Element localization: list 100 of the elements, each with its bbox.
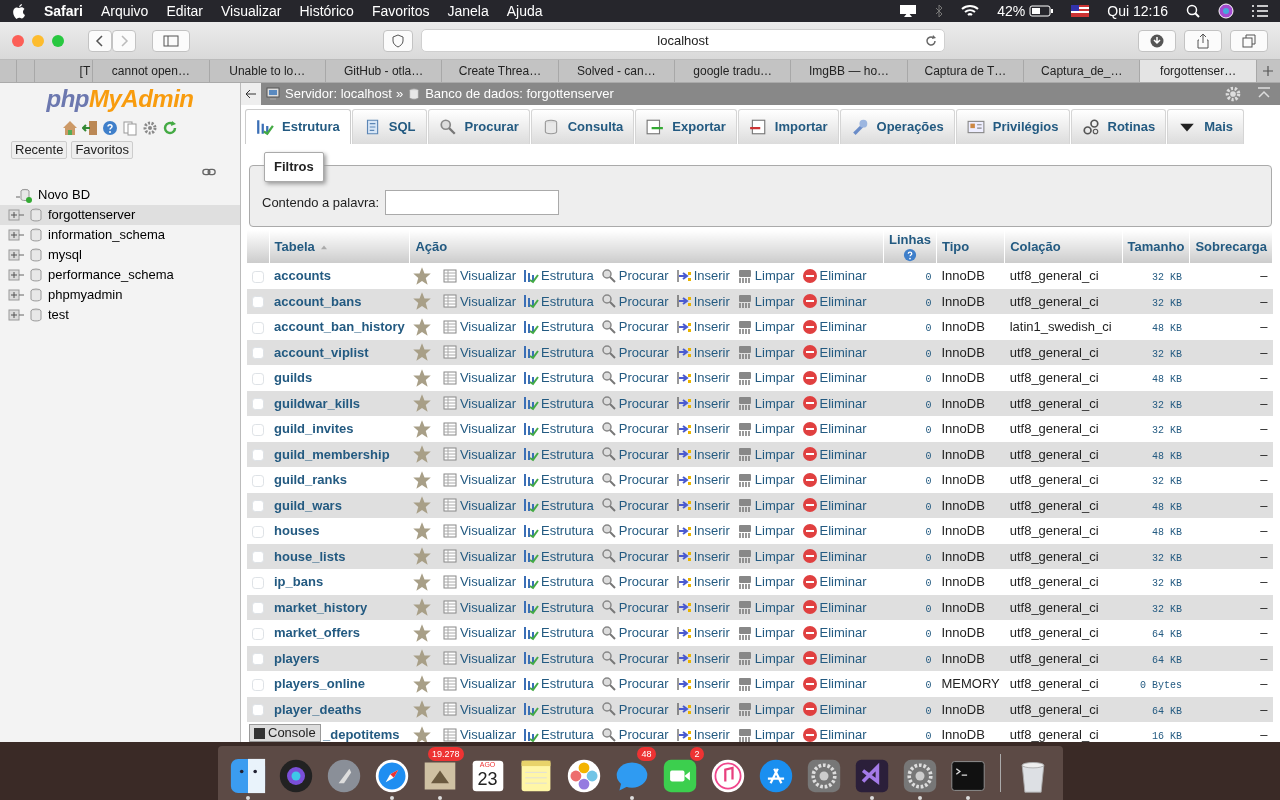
flag-icon[interactable] [1071, 5, 1090, 17]
search-link[interactable]: Procurar [600, 546, 669, 566]
tree-item[interactable]: mysql [0, 245, 240, 265]
insert-link[interactable]: Inserir [675, 623, 730, 643]
star-icon[interactable] [411, 622, 432, 643]
browse-link[interactable]: Visualizar [441, 699, 517, 719]
drop-link[interactable]: Eliminar [801, 444, 867, 464]
row-checkbox[interactable] [252, 296, 264, 309]
browse-link[interactable]: Visualizar [441, 623, 517, 643]
drop-link[interactable]: Eliminar [801, 521, 867, 541]
nav-tab[interactable]: Exportar [635, 109, 737, 144]
table-name-link[interactable]: guilds [274, 370, 313, 385]
table-name-link[interactable]: ip_bans [274, 574, 324, 589]
search-link[interactable]: Procurar [600, 648, 669, 668]
siri-icon[interactable] [277, 758, 314, 794]
gear-icon[interactable] [805, 758, 842, 794]
browse-link[interactable]: Visualizar [441, 342, 517, 362]
drop-link[interactable]: Eliminar [801, 546, 867, 566]
structure-link[interactable]: Estrutura [523, 648, 594, 668]
structure-link[interactable]: Estrutura [523, 699, 594, 719]
video-camera-icon[interactable] [661, 758, 698, 794]
tree-item[interactable]: performance_schema [0, 265, 240, 285]
sidebar-button[interactable] [152, 29, 190, 52]
empty-link[interactable]: Limpar [736, 393, 795, 413]
nav-tab[interactable]: Privilégios [955, 109, 1070, 144]
browse-link[interactable]: Visualizar [441, 470, 517, 490]
tree-item[interactable]: Novo BD [38, 185, 91, 205]
help-icon[interactable] [903, 247, 917, 262]
row-checkbox[interactable] [252, 398, 264, 411]
empty-link[interactable]: Limpar [736, 266, 795, 286]
row-checkbox[interactable] [252, 423, 264, 436]
menu-item[interactable]: Histórico [299, 0, 354, 22]
structure-link[interactable]: Estrutura [523, 342, 594, 362]
insert-link[interactable]: Inserir [675, 444, 730, 464]
insert-link[interactable]: Inserir [675, 317, 730, 337]
tree-item[interactable]: information_schema [0, 225, 240, 245]
search-link[interactable]: Procurar [600, 521, 669, 541]
home-icon[interactable] [62, 120, 78, 136]
insert-link[interactable]: Inserir [675, 342, 730, 362]
empty-link[interactable]: Limpar [736, 470, 795, 490]
address-bar[interactable]: localhost [421, 29, 945, 52]
shield-button[interactable] [383, 29, 413, 52]
drop-link[interactable]: Eliminar [801, 699, 867, 719]
empty-link[interactable]: Limpar [736, 495, 795, 515]
empty-link[interactable]: Limpar [736, 419, 795, 439]
insert-link[interactable]: Inserir [675, 419, 730, 439]
refresh-icon[interactable] [162, 120, 178, 136]
structure-link[interactable]: Estrutura [523, 725, 594, 742]
search-link[interactable]: Procurar [600, 725, 669, 742]
row-checkbox[interactable] [252, 602, 264, 615]
tree-item[interactable]: phpmyadmin [0, 285, 240, 305]
drop-link[interactable]: Eliminar [801, 470, 867, 490]
empty-link[interactable]: Limpar [736, 444, 795, 464]
star-icon[interactable] [411, 648, 432, 669]
drop-link[interactable]: Eliminar [801, 317, 867, 337]
drop-link[interactable]: Eliminar [801, 648, 867, 668]
structure-link[interactable]: Estrutura [523, 572, 594, 592]
drop-link[interactable]: Eliminar [801, 342, 867, 362]
insert-link[interactable]: Inserir [675, 699, 730, 719]
drop-link[interactable]: Eliminar [801, 572, 867, 592]
insert-link[interactable]: Inserir [675, 572, 730, 592]
search-link[interactable]: Procurar [600, 674, 669, 694]
browse-link[interactable]: Visualizar [441, 444, 517, 464]
close-button[interactable] [12, 34, 24, 47]
finder-icon[interactable] [229, 758, 266, 794]
star-icon[interactable] [411, 724, 432, 742]
row-checkbox[interactable] [252, 653, 264, 666]
browse-link[interactable]: Visualizar [441, 521, 517, 541]
nav-tab[interactable]: Rotinas [1070, 109, 1167, 144]
list-icon[interactable] [1252, 5, 1268, 17]
insert-link[interactable]: Inserir [675, 266, 730, 286]
gear-icon[interactable] [901, 758, 938, 794]
drop-link[interactable]: Eliminar [801, 266, 867, 286]
star-icon[interactable] [411, 469, 432, 490]
drop-link[interactable]: Eliminar [801, 674, 867, 694]
table-name-link[interactable]: _depotitems [323, 725, 400, 742]
expand-icon[interactable] [8, 207, 24, 223]
exit-icon[interactable] [82, 120, 98, 136]
music-note-icon[interactable] [709, 758, 746, 794]
search-link[interactable]: Procurar [600, 623, 669, 643]
filter-input[interactable] [385, 190, 560, 215]
browse-link[interactable]: Visualizar [441, 674, 517, 694]
empty-link[interactable]: Limpar [736, 674, 795, 694]
nav-tab[interactable]: Operações [839, 109, 955, 144]
breadcrumb-link[interactable]: Banco de dados: forgottenserver [425, 84, 614, 104]
wifi-icon[interactable] [961, 4, 980, 18]
drop-link[interactable]: Eliminar [801, 623, 867, 643]
structure-link[interactable]: Estrutura [523, 393, 594, 413]
star-icon[interactable] [411, 265, 432, 286]
empty-link[interactable]: Limpar [736, 317, 795, 337]
browser-tab[interactable]: Captura de T… [906, 60, 1024, 82]
menu-item[interactable]: Ajuda [506, 0, 543, 22]
nav-tab[interactable]: Mais [1167, 109, 1245, 144]
structure-link[interactable]: Estrutura [523, 521, 594, 541]
table-name-link[interactable]: market_offers [274, 625, 360, 640]
drop-link[interactable]: Eliminar [801, 495, 867, 515]
star-icon[interactable] [411, 699, 432, 720]
star-icon[interactable] [411, 444, 432, 465]
apple-icon[interactable] [12, 3, 26, 19]
menu-item[interactable]: Janela [447, 0, 489, 22]
